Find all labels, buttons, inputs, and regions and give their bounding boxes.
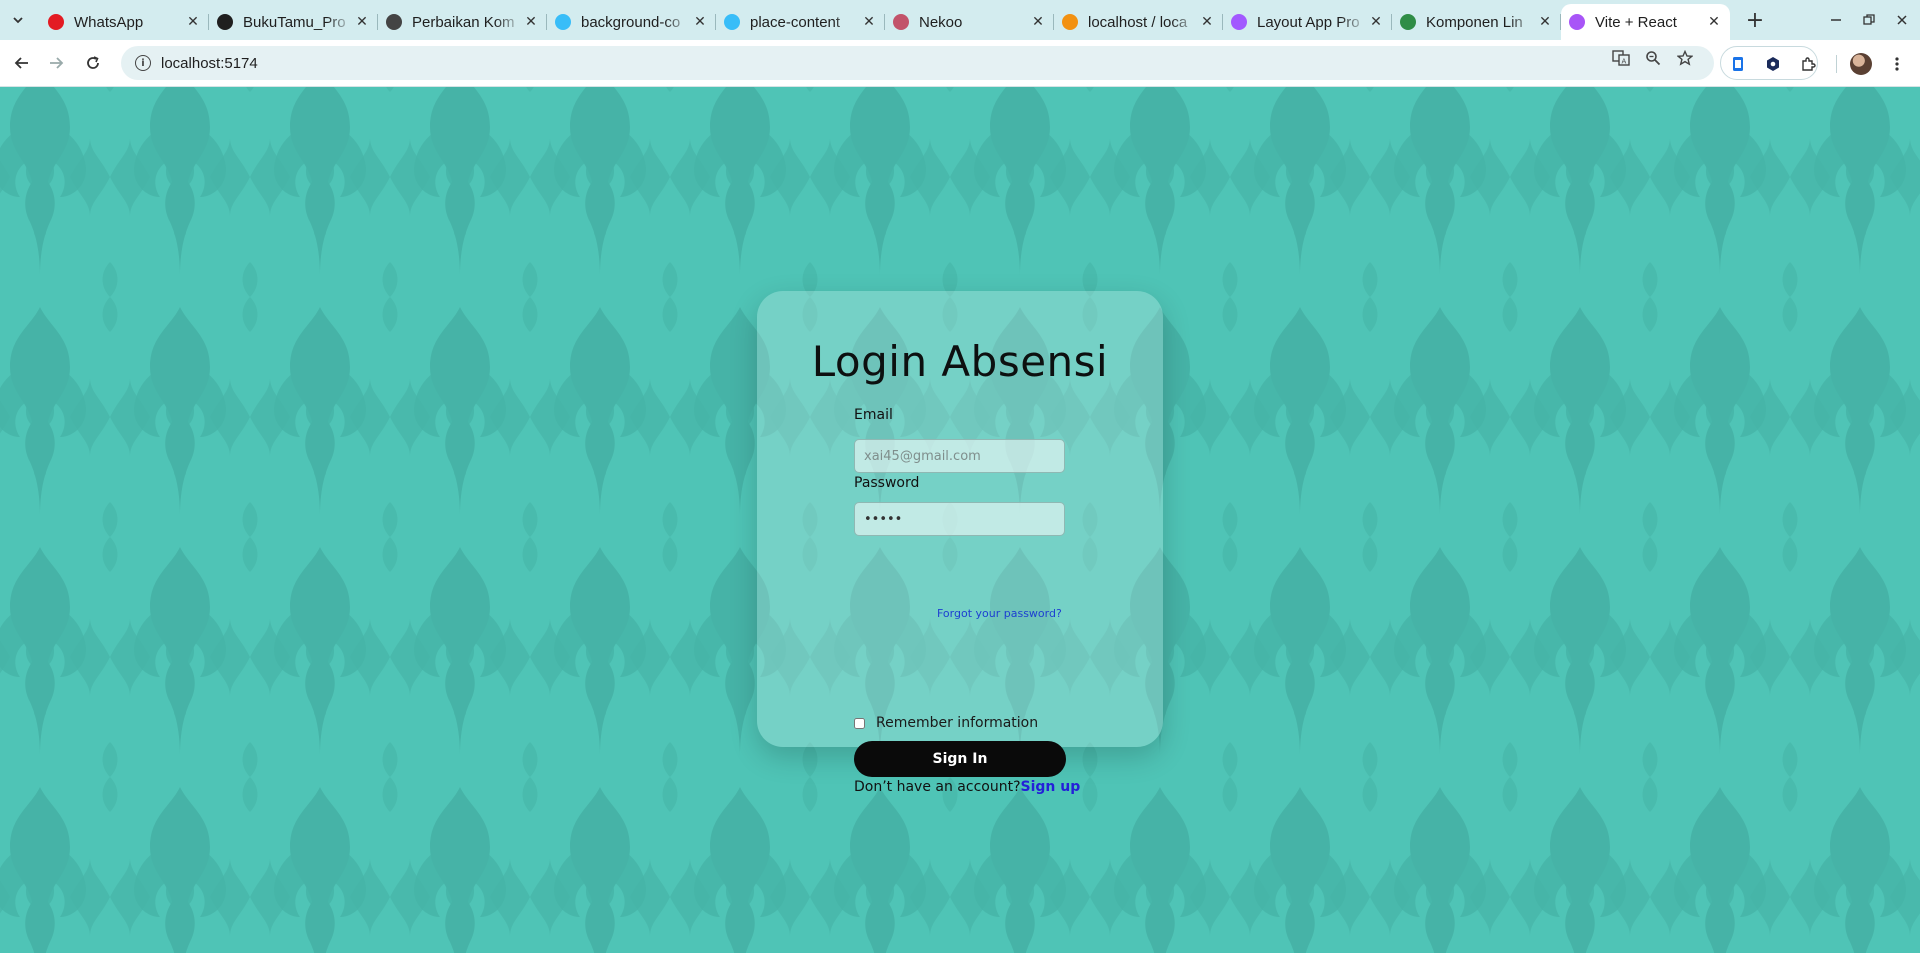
close-tab-icon[interactable]: ✕ [692, 14, 708, 30]
arrow-right-icon [50, 57, 64, 69]
password-input[interactable] [854, 502, 1065, 536]
new-tab-button[interactable]: + [1741, 6, 1769, 34]
tab-title: place-content [750, 13, 841, 31]
tab-title: localhost / loca [1088, 13, 1188, 31]
tab-search-button[interactable] [4, 8, 32, 32]
tab-title: BukuTamu_Pro [243, 13, 346, 31]
arrow-left-icon [14, 57, 28, 69]
close-tab-icon[interactable]: ✕ [354, 14, 370, 30]
login-title: Login Absensi [811, 337, 1109, 386]
geeksforgeeks-icon [1400, 14, 1416, 30]
tailwind-icon [555, 14, 571, 30]
svg-text:A: A [1622, 58, 1627, 66]
close-tab-icon[interactable]: ✕ [185, 14, 201, 30]
email-label: Email [854, 407, 893, 423]
browser-tab[interactable]: Perbaikan Kom ✕ [378, 6, 547, 38]
browser-tab[interactable]: BukuTamu_Pro ✕ [209, 6, 378, 38]
browser-tab[interactable]: WhatsApp ✕ [40, 6, 209, 38]
browser-tab[interactable]: Vite + React ✕ [1561, 4, 1730, 40]
tabs-list: WhatsApp ✕ BukuTamu_Pro ✕ Perbaikan Kom ✕ back… [40, 4, 1730, 40]
browser-tab[interactable]: Layout App Pro ✕ [1223, 6, 1392, 38]
remember-label: Remember information [876, 715, 1039, 731]
figma-icon [1231, 14, 1247, 30]
translate-icon[interactable]: A [1611, 48, 1631, 68]
tab-title: background-co [581, 13, 681, 31]
browser-toolbar: i localhost:5174 A [0, 40, 1920, 87]
cat-icon [893, 14, 909, 30]
whatsapp-alert-icon [48, 14, 64, 30]
tab-title: WhatsApp [74, 13, 144, 31]
page-viewport: Login Absensi Email Password Forgot your… [0, 87, 1920, 953]
browser-tab[interactable]: Nekoo ✕ [885, 6, 1054, 38]
reload-icon [87, 56, 99, 69]
restore-button[interactable] [1853, 6, 1885, 34]
toolbar-divider [1836, 55, 1837, 73]
no-account-text: Don’t have an account? [854, 779, 1021, 795]
forgot-password-link[interactable]: Forgot your password? [937, 607, 1062, 620]
extension-doc-icon[interactable] [1727, 53, 1749, 75]
browser-tab[interactable]: localhost / loca ✕ [1054, 6, 1223, 38]
close-tab-icon[interactable]: ✕ [1706, 14, 1722, 30]
github-icon [217, 14, 233, 30]
tab-strip: WhatsApp ✕ BukuTamu_Pro ✕ Perbaikan Kom ✕ back… [0, 0, 1920, 40]
minimize-icon [1831, 19, 1841, 21]
back-button[interactable] [8, 49, 36, 77]
tab-title: Komponen Lin [1426, 13, 1523, 31]
close-tab-icon[interactable]: ✕ [1537, 14, 1553, 30]
password-label: Password [854, 475, 920, 491]
sign-in-button[interactable]: Sign In [854, 741, 1066, 777]
extension-shield-icon[interactable] [1762, 53, 1784, 75]
browser-tab[interactable]: place-content ✕ [716, 6, 885, 38]
zoom-icon[interactable] [1643, 48, 1663, 68]
restore-icon [1863, 14, 1875, 25]
site-info-icon[interactable]: i [135, 55, 151, 71]
close-tab-icon[interactable]: ✕ [1199, 14, 1215, 30]
tab-title: Perbaikan Kom [412, 13, 515, 31]
tailwind-icon [724, 14, 740, 30]
minimize-button[interactable] [1820, 6, 1852, 34]
bookmark-star-icon[interactable] [1675, 48, 1695, 68]
close-tab-icon[interactable]: ✕ [861, 14, 877, 30]
email-input[interactable] [854, 439, 1065, 473]
login-card: Login Absensi Email Password Forgot your… [757, 291, 1163, 795]
close-window-button[interactable] [1886, 6, 1918, 34]
browser-tab[interactable]: Komponen Lin ✕ [1392, 6, 1561, 38]
plus-icon: + [1745, 7, 1765, 33]
remember-row[interactable]: Remember information [854, 715, 1038, 731]
sign-up-link[interactable]: Sign up [1021, 779, 1081, 795]
chevron-down-icon [13, 17, 23, 24]
url-text: localhost:5174 [161, 54, 258, 72]
tab-title: Nekoo [919, 13, 963, 31]
forward-button[interactable] [42, 49, 70, 77]
more-menu-icon[interactable] [1886, 53, 1908, 75]
close-tab-icon[interactable]: ✕ [1368, 14, 1384, 30]
tab-title: Layout App Pro [1257, 13, 1360, 31]
close-tab-icon[interactable]: ✕ [523, 14, 539, 30]
tab-title: Vite + React [1595, 13, 1677, 31]
vite-icon [1569, 14, 1585, 30]
profile-avatar[interactable] [1850, 53, 1872, 75]
browser-tab[interactable]: background-co ✕ [547, 6, 716, 38]
extensions-puzzle-icon[interactable] [1797, 53, 1819, 75]
reload-button[interactable] [79, 49, 107, 77]
close-icon [1897, 15, 1907, 25]
phpmyadmin-icon [1062, 14, 1078, 30]
address-bar[interactable]: i localhost:5174 [121, 46, 1714, 80]
openai-icon [386, 14, 402, 30]
close-tab-icon[interactable]: ✕ [1030, 14, 1046, 30]
remember-checkbox[interactable] [854, 717, 865, 729]
signup-row: Don’t have an account?Sign up [854, 779, 1080, 795]
